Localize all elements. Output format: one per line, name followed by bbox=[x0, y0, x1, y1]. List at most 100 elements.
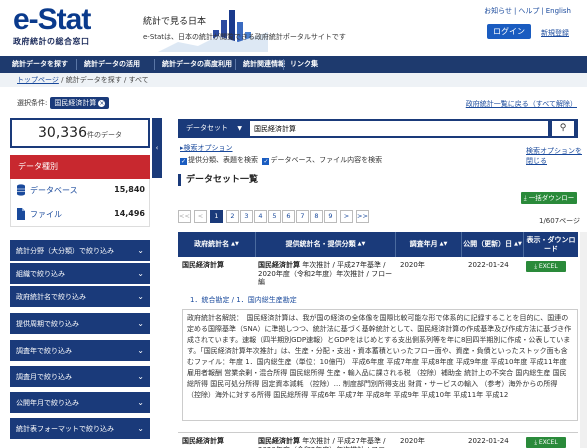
page-8[interactable]: 8 bbox=[310, 210, 323, 223]
breadcrumb-all: すべて bbox=[128, 76, 149, 84]
search-bar: データセット▼ ⚲ bbox=[178, 119, 578, 138]
row-category[interactable]: 1．統合勘定 / 1．国内総生産勘定 bbox=[190, 295, 297, 305]
col-provider[interactable]: 提供統計名・提供分類 ▲▼ bbox=[256, 232, 396, 257]
row-provider[interactable]: 国民経済計算 年次推計 / 平成27年基準 / 2020年度（令和2年度）年次推… bbox=[258, 261, 395, 287]
file-icon bbox=[17, 208, 25, 220]
row-published: 2022-01-24 bbox=[468, 437, 509, 445]
main-nav: 統計データを探す 統計データの活用 統計データの高度利用 統計関連情報 リンク集 bbox=[0, 56, 587, 73]
database-icon bbox=[17, 184, 25, 196]
col-survey-date[interactable]: 調査年月 ▲▼ bbox=[396, 232, 462, 257]
nav-links[interactable]: リンク集 bbox=[290, 56, 318, 73]
excel-download-button[interactable]: ⤓ EXCEL bbox=[526, 261, 566, 272]
search-button[interactable]: ⚲ bbox=[552, 121, 574, 136]
page-9[interactable]: 9 bbox=[324, 210, 337, 223]
breadcrumb: トップページ / 統計データを探す / すべて bbox=[0, 73, 587, 87]
nav-divider bbox=[154, 59, 155, 70]
nav-find-data[interactable]: 統計データを探す bbox=[12, 56, 68, 73]
page-5[interactable]: 5 bbox=[268, 210, 281, 223]
breadcrumb-top[interactable]: トップページ bbox=[17, 76, 59, 84]
filter-survey-month[interactable]: 調査月で絞り込み ⌄ bbox=[10, 366, 150, 388]
chevron-down-icon: ⌄ bbox=[137, 269, 144, 278]
sort-icon: ▲▼ bbox=[231, 241, 239, 247]
excel-download-button[interactable]: ⤓ EXCEL bbox=[526, 437, 566, 448]
checkbox-content-label[interactable]: データベース、ファイル内容を検索 bbox=[270, 156, 382, 164]
col-published[interactable]: 公開（更新）日 ▲▼ bbox=[462, 232, 524, 257]
kind-file-count: 14,496 bbox=[114, 209, 145, 218]
page-count: 1/607ページ bbox=[539, 217, 581, 225]
condition-chip[interactable]: 国民経済計算 × bbox=[50, 97, 110, 109]
check-icon[interactable]: ✓ bbox=[262, 158, 270, 165]
estat-logo[interactable]: e-Stat 政府統計の総合窓口 bbox=[13, 5, 91, 47]
filter-stat-name[interactable]: 政府統計名で絞り込み ⌄ bbox=[10, 286, 150, 308]
filter-format[interactable]: 統計表フォーマットで絞り込み ⌄ bbox=[10, 418, 150, 440]
login-button[interactable]: ログイン bbox=[487, 24, 531, 39]
clear-all-link[interactable]: 政府統計一覧に戻る（すべて解除） bbox=[466, 99, 577, 109]
nav-related-info[interactable]: 統計関連情報 bbox=[243, 56, 285, 73]
row-description: 政府統計名解説： 国民経済計算は、我が国の経済の全体像を国際比較可能な形で体系的… bbox=[182, 309, 578, 421]
result-count: 30,336件のデータ bbox=[10, 118, 150, 148]
filter-survey-year[interactable]: 調査年で絞り込み ⌄ bbox=[10, 340, 150, 362]
filter-published[interactable]: 公開年月で絞り込み ⌄ bbox=[10, 392, 150, 414]
chevron-left-icon: ‹ bbox=[155, 144, 159, 152]
table-header: 政府統計名 ▲▼ 提供統計名・提供分類 ▲▼ 調査年月 ▲▼ 公開（更新）日 ▲▼ 表示… bbox=[178, 232, 578, 257]
row-survey-date: 2020年 bbox=[400, 437, 425, 445]
row-stat-name[interactable]: 国民経済計算 bbox=[182, 437, 224, 446]
col-stat-name[interactable]: 政府統計名 ▲▼ bbox=[178, 232, 256, 257]
kind-database[interactable]: データベース 15,840 bbox=[10, 180, 150, 202]
page-4[interactable]: 4 bbox=[254, 210, 267, 223]
kind-file[interactable]: ファイル 14,496 bbox=[10, 204, 150, 226]
page-7[interactable]: 7 bbox=[296, 210, 309, 223]
dataset-list-title: データセット一覧 bbox=[178, 174, 258, 186]
chevron-down-icon: ⌄ bbox=[137, 398, 144, 407]
page-1[interactable]: 1 bbox=[210, 210, 223, 223]
row-stat-name[interactable]: 国民経済計算 bbox=[182, 261, 224, 270]
row-published: 2022-01-24 bbox=[468, 261, 509, 269]
filter-field[interactable]: 統計分野（大分類）で絞り込み ⌄ bbox=[10, 240, 150, 262]
conditions-label: 選択条件: bbox=[17, 99, 48, 107]
row-provider[interactable]: 国民経済計算 年次推計 / 平成27年基準 / 2020年度（令和2年度）年次推… bbox=[258, 437, 395, 448]
result-count-number: 30,336 bbox=[38, 125, 87, 141]
scrollbar[interactable] bbox=[580, 232, 587, 448]
caret-down-icon: ▼ bbox=[237, 125, 242, 132]
search-input[interactable] bbox=[250, 121, 548, 136]
checkbox-title-label[interactable]: 提供分類、表題を検索 bbox=[188, 156, 258, 164]
bulk-download-button[interactable]: ⤓ 一括ダウンロード bbox=[521, 192, 577, 214]
page-prev[interactable]: < bbox=[194, 210, 207, 223]
table-row: 国民経済計算 国民経済計算 年次推計 / 平成27年基準 / 2020年度（令和… bbox=[178, 257, 578, 290]
table-row: 国民経済計算 国民経済計算 年次推計 / 平成27年基準 / 2020年度（令和… bbox=[178, 432, 578, 448]
search-options-link[interactable]: ▸検索オプション bbox=[180, 143, 233, 153]
nav-use-data[interactable]: 統計データの活用 bbox=[84, 56, 140, 73]
page-3[interactable]: 3 bbox=[240, 210, 253, 223]
page-6[interactable]: 6 bbox=[282, 210, 295, 223]
nav-divider bbox=[283, 59, 284, 70]
english-link[interactable]: English bbox=[546, 7, 571, 15]
col-download: 表示・ダウンロード bbox=[526, 235, 576, 253]
sort-icon: ▲▼ bbox=[357, 241, 366, 247]
filter-cycle[interactable]: 提供周期で絞り込み ⌄ bbox=[10, 313, 150, 335]
filter-org[interactable]: 組織で絞り込み ⌄ bbox=[10, 263, 150, 285]
signup-link[interactable]: 新規登録 bbox=[541, 28, 569, 38]
site-description: e-Statは、日本の統計が閲覧できる政府統計ポータルサイトです bbox=[143, 33, 346, 41]
page-2[interactable]: 2 bbox=[226, 210, 239, 223]
page-first[interactable]: << bbox=[178, 210, 191, 223]
nav-advanced-use[interactable]: 統計データの高度利用 bbox=[162, 56, 232, 73]
close-search-options-link[interactable]: 検索オプションを閉じる bbox=[526, 146, 587, 166]
notice-link[interactable]: お知らせ bbox=[484, 7, 512, 15]
nav-divider bbox=[76, 59, 77, 70]
close-icon[interactable]: × bbox=[98, 100, 106, 107]
help-link[interactable]: ヘルプ bbox=[518, 7, 539, 15]
search-type-select[interactable]: データセット ▼ bbox=[183, 122, 245, 135]
site-header: e-Stat 政府統計の総合窓口 統計で見る日本 e-Statは、日本の統計が閲… bbox=[0, 0, 587, 55]
sidebar-collapse-toggle[interactable]: ‹ bbox=[152, 118, 162, 178]
breadcrumb-find[interactable]: 統計データを探す bbox=[66, 76, 122, 84]
kind-file-label: ファイル bbox=[30, 210, 62, 219]
chevron-down-icon: ⌄ bbox=[137, 372, 144, 381]
page-last[interactable]: >> bbox=[356, 210, 369, 223]
page-next[interactable]: > bbox=[340, 210, 353, 223]
top-links: お知らせ | ヘルプ | English bbox=[484, 7, 571, 15]
chevron-down-icon: ⌄ bbox=[137, 319, 144, 328]
data-kind-header: データ種別 bbox=[10, 155, 150, 179]
logo-subtitle: 政府統計の総合窓口 bbox=[13, 37, 90, 46]
kind-database-label: データベース bbox=[30, 186, 78, 195]
check-icon[interactable]: ✓ bbox=[180, 158, 187, 165]
